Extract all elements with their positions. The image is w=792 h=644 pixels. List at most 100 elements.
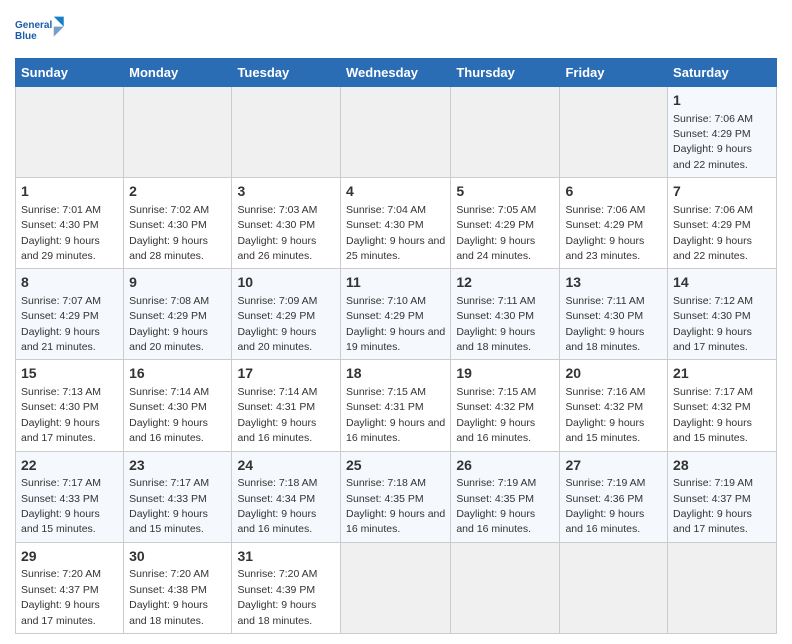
day-number: 27 — [565, 456, 662, 476]
day-number: 12 — [456, 273, 554, 293]
cell-sun-info: Sunrise: 7:20 AMSunset: 4:39 PMDaylight:… — [237, 568, 317, 626]
cell-sun-info: Sunrise: 7:10 AMSunset: 4:29 PMDaylight:… — [346, 295, 445, 353]
cell-sun-info: Sunrise: 7:14 AMSunset: 4:30 PMDaylight:… — [129, 386, 209, 444]
cell-sun-info: Sunrise: 7:18 AMSunset: 4:35 PMDaylight:… — [346, 477, 445, 535]
calendar-cell — [560, 87, 668, 178]
day-number: 7 — [673, 182, 771, 202]
calendar-cell: 22Sunrise: 7:17 AMSunset: 4:33 PMDayligh… — [16, 451, 124, 542]
calendar-cell — [232, 87, 341, 178]
cell-sun-info: Sunrise: 7:04 AMSunset: 4:30 PMDaylight:… — [346, 204, 445, 262]
day-number: 17 — [237, 364, 335, 384]
day-number: 19 — [456, 364, 554, 384]
calendar-cell: 4Sunrise: 7:04 AMSunset: 4:30 PMDaylight… — [340, 178, 450, 269]
calendar-cell: 9Sunrise: 7:08 AMSunset: 4:29 PMDaylight… — [124, 269, 232, 360]
calendar-cell: 29Sunrise: 7:20 AMSunset: 4:37 PMDayligh… — [16, 542, 124, 633]
calendar-week-3: 8Sunrise: 7:07 AMSunset: 4:29 PMDaylight… — [16, 269, 777, 360]
calendar-cell: 17Sunrise: 7:14 AMSunset: 4:31 PMDayligh… — [232, 360, 341, 451]
cell-sun-info: Sunrise: 7:15 AMSunset: 4:32 PMDaylight:… — [456, 386, 536, 444]
cell-sun-info: Sunrise: 7:19 AMSunset: 4:35 PMDaylight:… — [456, 477, 536, 535]
column-header-wednesday: Wednesday — [340, 59, 450, 87]
day-number: 1 — [673, 91, 771, 111]
day-number: 29 — [21, 547, 118, 567]
calendar-week-6: 29Sunrise: 7:20 AMSunset: 4:37 PMDayligh… — [16, 542, 777, 633]
cell-sun-info: Sunrise: 7:20 AMSunset: 4:37 PMDaylight:… — [21, 568, 101, 626]
cell-sun-info: Sunrise: 7:07 AMSunset: 4:29 PMDaylight:… — [21, 295, 101, 353]
calendar-cell: 18Sunrise: 7:15 AMSunset: 4:31 PMDayligh… — [340, 360, 450, 451]
day-number: 26 — [456, 456, 554, 476]
calendar-cell: 13Sunrise: 7:11 AMSunset: 4:30 PMDayligh… — [560, 269, 668, 360]
cell-sun-info: Sunrise: 7:16 AMSunset: 4:32 PMDaylight:… — [565, 386, 645, 444]
calendar-cell: 26Sunrise: 7:19 AMSunset: 4:35 PMDayligh… — [451, 451, 560, 542]
calendar-cell: 6Sunrise: 7:06 AMSunset: 4:29 PMDaylight… — [560, 178, 668, 269]
cell-sun-info: Sunrise: 7:12 AMSunset: 4:30 PMDaylight:… — [673, 295, 753, 353]
day-number: 23 — [129, 456, 226, 476]
calendar-cell: 19Sunrise: 7:15 AMSunset: 4:32 PMDayligh… — [451, 360, 560, 451]
calendar-cell — [16, 87, 124, 178]
cell-sun-info: Sunrise: 7:03 AMSunset: 4:30 PMDaylight:… — [237, 204, 317, 262]
calendar-cell: 31Sunrise: 7:20 AMSunset: 4:39 PMDayligh… — [232, 542, 341, 633]
calendar-cell — [340, 87, 450, 178]
cell-sun-info: Sunrise: 7:14 AMSunset: 4:31 PMDaylight:… — [237, 386, 317, 444]
calendar-cell — [124, 87, 232, 178]
day-number: 3 — [237, 182, 335, 202]
cell-sun-info: Sunrise: 7:15 AMSunset: 4:31 PMDaylight:… — [346, 386, 445, 444]
calendar-week-2: 1Sunrise: 7:01 AMSunset: 4:30 PMDaylight… — [16, 178, 777, 269]
day-number: 5 — [456, 182, 554, 202]
day-number: 16 — [129, 364, 226, 384]
calendar-cell: 25Sunrise: 7:18 AMSunset: 4:35 PMDayligh… — [340, 451, 450, 542]
column-header-sunday: Sunday — [16, 59, 124, 87]
calendar-cell: 2Sunrise: 7:02 AMSunset: 4:30 PMDaylight… — [124, 178, 232, 269]
calendar-cell: 20Sunrise: 7:16 AMSunset: 4:32 PMDayligh… — [560, 360, 668, 451]
cell-sun-info: Sunrise: 7:13 AMSunset: 4:30 PMDaylight:… — [21, 386, 101, 444]
column-header-monday: Monday — [124, 59, 232, 87]
calendar-cell — [668, 542, 777, 633]
cell-sun-info: Sunrise: 7:20 AMSunset: 4:38 PMDaylight:… — [129, 568, 209, 626]
calendar-table: SundayMondayTuesdayWednesdayThursdayFrid… — [15, 58, 777, 634]
calendar-cell: 21Sunrise: 7:17 AMSunset: 4:32 PMDayligh… — [668, 360, 777, 451]
cell-sun-info: Sunrise: 7:01 AMSunset: 4:30 PMDaylight:… — [21, 204, 101, 262]
calendar-cell: 30Sunrise: 7:20 AMSunset: 4:38 PMDayligh… — [124, 542, 232, 633]
column-header-tuesday: Tuesday — [232, 59, 341, 87]
day-number: 10 — [237, 273, 335, 293]
calendar-cell: 11Sunrise: 7:10 AMSunset: 4:29 PMDayligh… — [340, 269, 450, 360]
calendar-header: SundayMondayTuesdayWednesdayThursdayFrid… — [16, 59, 777, 87]
calendar-cell — [340, 542, 450, 633]
day-number: 13 — [565, 273, 662, 293]
day-number: 11 — [346, 273, 445, 293]
day-number: 6 — [565, 182, 662, 202]
day-number: 20 — [565, 364, 662, 384]
calendar-cell: 10Sunrise: 7:09 AMSunset: 4:29 PMDayligh… — [232, 269, 341, 360]
calendar-cell: 1Sunrise: 7:01 AMSunset: 4:30 PMDaylight… — [16, 178, 124, 269]
svg-text:Blue: Blue — [15, 31, 37, 42]
cell-sun-info: Sunrise: 7:11 AMSunset: 4:30 PMDaylight:… — [456, 295, 535, 353]
day-number: 25 — [346, 456, 445, 476]
calendar-cell — [451, 542, 560, 633]
day-number: 18 — [346, 364, 445, 384]
day-number: 2 — [129, 182, 226, 202]
cell-sun-info: Sunrise: 7:18 AMSunset: 4:34 PMDaylight:… — [237, 477, 317, 535]
column-header-thursday: Thursday — [451, 59, 560, 87]
day-number: 21 — [673, 364, 771, 384]
day-number: 14 — [673, 273, 771, 293]
logo: General Blue — [15, 10, 65, 52]
calendar-cell: 24Sunrise: 7:18 AMSunset: 4:34 PMDayligh… — [232, 451, 341, 542]
cell-sun-info: Sunrise: 7:17 AMSunset: 4:33 PMDaylight:… — [21, 477, 101, 535]
calendar-week-1: 1Sunrise: 7:06 AMSunset: 4:29 PMDaylight… — [16, 87, 777, 178]
day-number: 28 — [673, 456, 771, 476]
logo-svg: General Blue — [15, 10, 65, 52]
day-number: 1 — [21, 182, 118, 202]
calendar-body: 1Sunrise: 7:06 AMSunset: 4:29 PMDaylight… — [16, 87, 777, 634]
cell-sun-info: Sunrise: 7:09 AMSunset: 4:29 PMDaylight:… — [237, 295, 317, 353]
calendar-cell: 14Sunrise: 7:12 AMSunset: 4:30 PMDayligh… — [668, 269, 777, 360]
cell-sun-info: Sunrise: 7:19 AMSunset: 4:37 PMDaylight:… — [673, 477, 753, 535]
day-number: 9 — [129, 273, 226, 293]
cell-sun-info: Sunrise: 7:08 AMSunset: 4:29 PMDaylight:… — [129, 295, 209, 353]
page-header: General Blue — [15, 10, 777, 52]
cell-sun-info: Sunrise: 7:05 AMSunset: 4:29 PMDaylight:… — [456, 204, 536, 262]
svg-text:General: General — [15, 20, 52, 31]
cell-sun-info: Sunrise: 7:06 AMSunset: 4:29 PMDaylight:… — [673, 204, 753, 262]
calendar-cell: 7Sunrise: 7:06 AMSunset: 4:29 PMDaylight… — [668, 178, 777, 269]
calendar-cell: 1Sunrise: 7:06 AMSunset: 4:29 PMDaylight… — [668, 87, 777, 178]
cell-sun-info: Sunrise: 7:06 AMSunset: 4:29 PMDaylight:… — [673, 113, 753, 171]
day-number: 24 — [237, 456, 335, 476]
